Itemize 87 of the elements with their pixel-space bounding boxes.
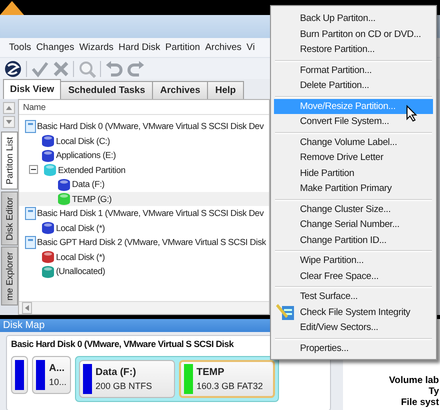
menu-item[interactable]: Clear Free Space... [274, 268, 433, 284]
tree-label: Extended Partition [58, 164, 126, 175]
tree-row[interactable]: Extended Partition [19, 162, 269, 177]
left-arrow-icon [25, 305, 29, 311]
side-tab[interactable]: Disk Editor [0, 192, 18, 246]
drive-icon [25, 236, 36, 249]
menu-item[interactable]: Change Serial Number... [274, 217, 433, 232]
redo-icon[interactable] [127, 60, 145, 78]
property-label: Ty [428, 386, 439, 397]
partition-name: TEMP [196, 367, 226, 378]
tree-label: Local Disk (*) [56, 222, 105, 233]
property-label: File syst [400, 397, 439, 408]
partition-size: 160.3 GB FAT32 [196, 381, 263, 391]
tree-label: (Unallocated) [56, 266, 106, 276]
menu-item[interactable]: Remove Drive Letter [274, 150, 433, 166]
menu-item[interactable]: Properties... [274, 340, 433, 356]
menu-item[interactable]: Wipe Partition... [274, 253, 433, 268]
menu-item[interactable]: Burn Partiton on CD or DVD... [274, 26, 433, 42]
partition-size: 10... [49, 377, 67, 387]
partition-block[interactable]: A... 10... [32, 356, 71, 394]
cross-icon[interactable] [53, 60, 69, 76]
partition-name: Data (F:) [96, 367, 138, 378]
menu-item[interactable]: Change Partition ID... [274, 232, 433, 248]
tree-label: TEMP (G:) [72, 194, 112, 204]
cursor-icon [406, 105, 418, 122]
tree-label: Data (F:) [72, 179, 104, 190]
partition-size: 200 GB NTFS [96, 381, 152, 391]
column-header[interactable]: Name [23, 102, 46, 112]
tree-label: Basic Hard Disk 1 (VMware, VMware Virtual S SCSI Disk Dev [37, 208, 264, 218]
menu-item[interactable]: Test Surface... [274, 289, 433, 304]
tab[interactable]: Help [207, 81, 244, 99]
side-tab[interactable]: me Explorer [0, 247, 18, 306]
menu-bar-item[interactable]: Changes [34, 42, 78, 53]
menu-item[interactable]: Change Volume Label... [274, 134, 433, 150]
drive-icon [25, 120, 36, 133]
partition-block[interactable]: TEMP 160.3 GB FAT32 [178, 360, 275, 398]
globe-icon[interactable] [4, 60, 22, 78]
menu-bar-item[interactable]: Vi [244, 42, 258, 53]
scroll-left-button[interactable] [22, 302, 32, 314]
side-tab[interactable]: Partiton List [0, 132, 18, 190]
disk-name: Basic Hard Disk 0 (VMware, VMware Virtual S SCSI Disk [11, 339, 234, 349]
partition-block[interactable]: Data (F:) 200 GB NTFS [78, 360, 175, 398]
tree-row[interactable]: Local Disk (*) [19, 250, 269, 264]
tree-row[interactable]: Local Disk (C:) [19, 134, 269, 148]
tree-row[interactable]: TEMP (G:) [19, 192, 269, 206]
partition-name: A... [49, 363, 66, 374]
tree-row[interactable]: (Unallocated) [19, 264, 269, 278]
menu-item[interactable]: Hide Partition [274, 166, 433, 181]
tree-row[interactable]: Data (F:) [19, 177, 269, 192]
tree-label: Local Disk (*) [56, 252, 105, 262]
menu-item[interactable]: Back Up Partiton... [274, 11, 433, 26]
tab[interactable]: Scheduled Tasks [60, 81, 154, 99]
tree-row[interactable]: Basic Hard Disk 1 (VMware, VMware Virtual S SCSI Disk Dev [19, 206, 269, 220]
menu-bar-item[interactable]: Partition [163, 42, 204, 53]
menu-bar-item[interactable]: Hard Disk [116, 42, 164, 53]
search-icon[interactable] [78, 60, 96, 78]
scroll-down-button[interactable] [3, 116, 15, 128]
tree-label: Local Disk (C:) [56, 136, 110, 146]
menu-item[interactable]: Edit/View Sectors... [274, 320, 433, 336]
menu-item[interactable]: Restore Partition... [274, 42, 433, 58]
menu-bar-item[interactable]: Tools [7, 42, 34, 53]
tab[interactable]: Archives [152, 81, 208, 99]
tree-row[interactable]: Local Disk (*) [19, 220, 269, 235]
menu-bar-item[interactable]: Wizards [77, 42, 117, 53]
tab[interactable]: Disk View [3, 79, 62, 99]
menu-item[interactable]: Delete Partition... [274, 78, 433, 94]
down-arrow-icon [6, 120, 12, 124]
drive-icon [25, 206, 36, 220]
up-arrow-icon [6, 106, 12, 110]
panel-title: Disk Map [3, 320, 45, 331]
tree-row[interactable]: Basic Hard Disk 0 (VMware, VMware Virtual S SCSI Disk Dev [19, 119, 269, 134]
menu-bar-item[interactable]: Archives [203, 42, 245, 53]
tree-label: Basic GPT Hard Disk 2 (VMware, VMware Virtual S SCSI Disk [37, 237, 266, 248]
tree-label: Basic Hard Disk 0 (VMware, VMware Virtual S SCSI Disk Dev [37, 121, 264, 132]
undo-icon[interactable] [105, 60, 123, 78]
property-label: Volume lab [389, 375, 439, 386]
partition-block[interactable] [11, 356, 28, 394]
menu-item[interactable]: Convert File System... [274, 114, 433, 130]
scroll-up-button[interactable] [3, 102, 15, 114]
menu-item[interactable]: Change Cluster Size... [274, 202, 433, 217]
tree-label: Applications (E:) [56, 150, 116, 160]
check-icon[interactable] [31, 60, 49, 78]
menu-item[interactable]: Check File System Integrity [274, 304, 433, 320]
menu-item[interactable]: Make Partition Primary [274, 181, 433, 196]
collapse-icon[interactable] [29, 165, 38, 174]
tree-row[interactable]: Applications (E:) [19, 148, 269, 162]
tree-row[interactable]: Basic GPT Hard Disk 2 (VMware, VMware Virtual S SCSI Disk [19, 235, 269, 250]
